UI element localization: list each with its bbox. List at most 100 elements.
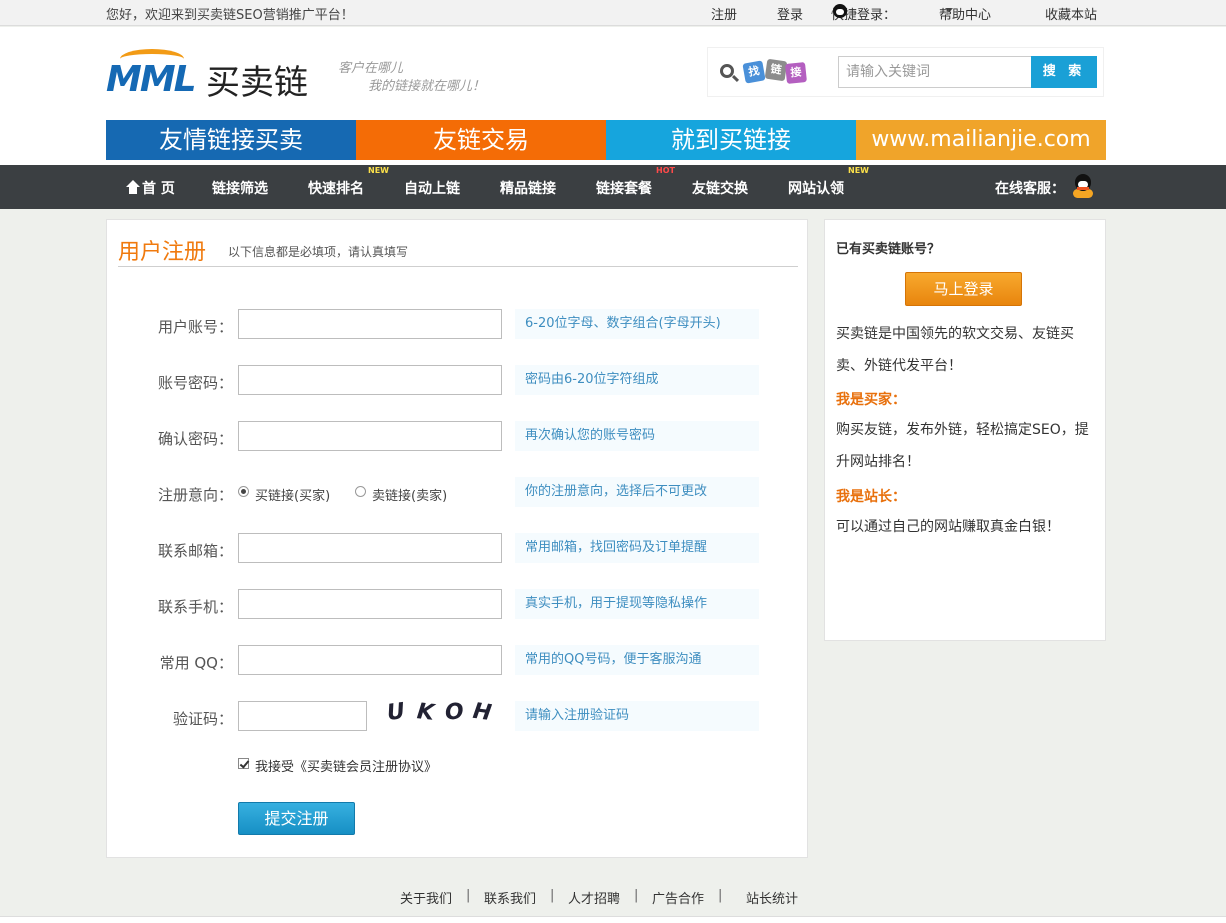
nav-item-site-claim[interactable]: 网站认领 [788,178,844,198]
username-hint: 6-20位字母、数字组合(字母开头) [515,309,759,339]
favorite-link[interactable]: 收藏本站 [1045,4,1097,23]
agree-label[interactable]: 我接受《买卖链会员注册协议》 [255,756,437,775]
nav-item-link-packages[interactable]: 链接套餐 [596,178,652,198]
logo-chinese: 买卖链 [206,63,308,103]
password-label: 账号密码： [157,374,233,392]
footer-link-contact[interactable]: 联系我们 [484,888,536,907]
search-button[interactable]: 搜 索 [1031,56,1097,88]
footer-link-jobs[interactable]: 人才招聘 [568,888,620,907]
login-link[interactable]: 登录 [777,4,803,23]
username-label: 用户账号： [157,318,233,336]
nav-item-home[interactable]: 首 页 [126,178,175,198]
qq-label: 常用 QQ： [159,654,233,672]
new-badge: NEW [368,166,389,175]
footer-separator: | [718,888,723,903]
search-icon [720,64,734,78]
footer-separator: | [550,888,555,903]
username-input[interactable] [238,309,502,339]
intent-label: 注册意向： [157,486,233,504]
nav-item-home-label: 首 页 [142,181,175,197]
phone-label: 联系手机： [157,598,233,616]
banner-segment-1: 友情链接买卖 [106,120,356,160]
sidebar-question: 已有买卖链账号？ [836,242,941,257]
phone-hint: 真实手机，用于提现等隐私操作 [515,589,759,619]
owner-text: 可以通过自己的网站赚取真金白银！ [836,519,1060,535]
owner-title: 我是站长： [836,489,906,505]
captcha-image[interactable]: U K O H [379,700,499,732]
search-input[interactable]: 请输入关键词 [838,56,1032,88]
intent-buy-radio[interactable] [238,486,249,497]
nav-item-auto-link[interactable]: 自动上链 [404,178,460,198]
captcha-char: K [415,700,436,726]
search-tag-1: 找 [742,60,766,84]
hot-badge: HOT [656,166,675,175]
password-input[interactable] [238,365,502,395]
slogan-line-1: 客户在哪儿 [338,61,404,76]
captcha-char: U [385,700,407,727]
email-field[interactable] [238,533,502,563]
footer-separator: | [634,888,639,903]
register-link[interactable]: 注册 [711,4,737,23]
search-area: 找 链 接 请输入关键词 搜 索 [707,47,1104,97]
confirm-password-input[interactable] [238,421,502,451]
captcha-input[interactable] [238,701,367,731]
nav-item-link-filter[interactable]: 链接筛选 [212,178,268,198]
page-subtitle: 以下信息都是必填项，请认真填写 [228,245,409,259]
page-title: 用户注册 [118,240,207,265]
submit-register-button[interactable]: 提交注册 [238,802,355,835]
qq-icon[interactable] [833,4,847,18]
password-hint: 密码由6-20位字符组成 [515,365,759,395]
qq-hint: 常用的QQ号码，便于客服沟通 [515,645,759,675]
search-tag-3: 接 [785,62,807,84]
intent-sell-label[interactable]: 卖链接(卖家) [372,485,447,504]
login-sidebar: 已有买卖链账号？ 马上登录 买卖链是中国领先的软文交易、友链买卖、外链代发平台！… [824,219,1106,641]
top-bar: 您好，欢迎来到买卖链SEO营销推广平台！ 注册 登录 快捷登录： 帮助中心 收藏… [0,0,1226,26]
buyer-title: 我是买家： [836,392,906,408]
logo-latin: MML [106,59,197,100]
intent-hint: 你的注册意向，选择后不可更改 [515,477,759,507]
slogan-line-2: 我的链接就在哪儿！ [368,79,486,94]
footer-link-ads[interactable]: 广告合作 [652,888,704,907]
intent-buy-label[interactable]: 买链接(买家) [255,485,330,504]
divider [118,266,798,267]
quick-login[interactable]: 快捷登录： [831,4,896,23]
sidebar-intro: 买卖链是中国领先的软文交易、友链买卖、外链代发平台！ [836,326,1074,374]
top-links: 注册 登录 快捷登录： 帮助中心 收藏本站 [700,4,1102,23]
footer: 关于我们 | 联系我们 | 人才招聘 | 广告合作 | 站长统计 [0,888,1226,910]
intent-sell-radio[interactable] [355,486,366,497]
help-center-label: 帮助中心 [939,8,992,23]
email-hint: 常用邮箱，找回密码及订单提醒 [515,533,759,563]
captcha-char: O [443,700,465,726]
site-logo[interactable]: MML 买卖链 [106,47,316,103]
nav-item-premium-links[interactable]: 精品链接 [500,178,556,198]
footer-separator: | [466,888,471,903]
captcha-label: 验证码： [172,710,233,728]
help-center-menu[interactable]: 帮助中心 [939,4,991,23]
footer-link-about[interactable]: 关于我们 [400,888,452,907]
home-icon [126,180,140,194]
banner-segment-2: 友链交易 [356,120,606,160]
phone-field[interactable] [238,589,502,619]
banner-segment-4: www.mailianjie.com [856,120,1106,160]
promo-banner[interactable]: 友情链接买卖 友链交易 就到买链接 www.mailianjie.com [106,120,1106,160]
online-service-label: 在线客服： [995,181,1065,197]
welcome-text: 您好，欢迎来到买卖链SEO营销推广平台！ [106,8,354,23]
qq-icon[interactable] [1073,174,1093,198]
login-now-button[interactable]: 马上登录 [905,272,1022,306]
confirm-password-hint: 再次确认您的账号密码 [515,421,759,451]
register-panel: 用户注册 以下信息都是必填项，请认真填写 用户账号： 6-20位字母、数字组合(… [106,219,808,858]
nav-item-fast-rank[interactable]: 快速排名 [308,178,364,198]
header: MML 买卖链 客户在哪儿 我的链接就在哪儿！ 找 链 接 请输入关键词 搜 索… [0,27,1226,165]
agree-checkbox[interactable] [238,758,249,769]
confirm-password-label: 确认密码： [157,430,233,448]
main-nav: 首 页 链接筛选 快速排名 NEW 自动上链 精品链接 链接套餐 HOT 友链交… [0,165,1226,209]
intent-radio-group: 买链接(买家) 卖链接(卖家) [238,486,478,504]
banner-segment-3: 就到买链接 [606,120,856,160]
captcha-hint: 请输入注册验证码 [515,701,759,731]
new-badge: NEW [848,166,869,175]
email-label: 联系邮箱： [157,542,233,560]
nav-item-link-exchange[interactable]: 友链交换 [692,178,748,198]
captcha-char: H [471,700,494,727]
footer-link-stats[interactable]: 站长统计 [746,888,798,907]
qq-field[interactable] [238,645,502,675]
